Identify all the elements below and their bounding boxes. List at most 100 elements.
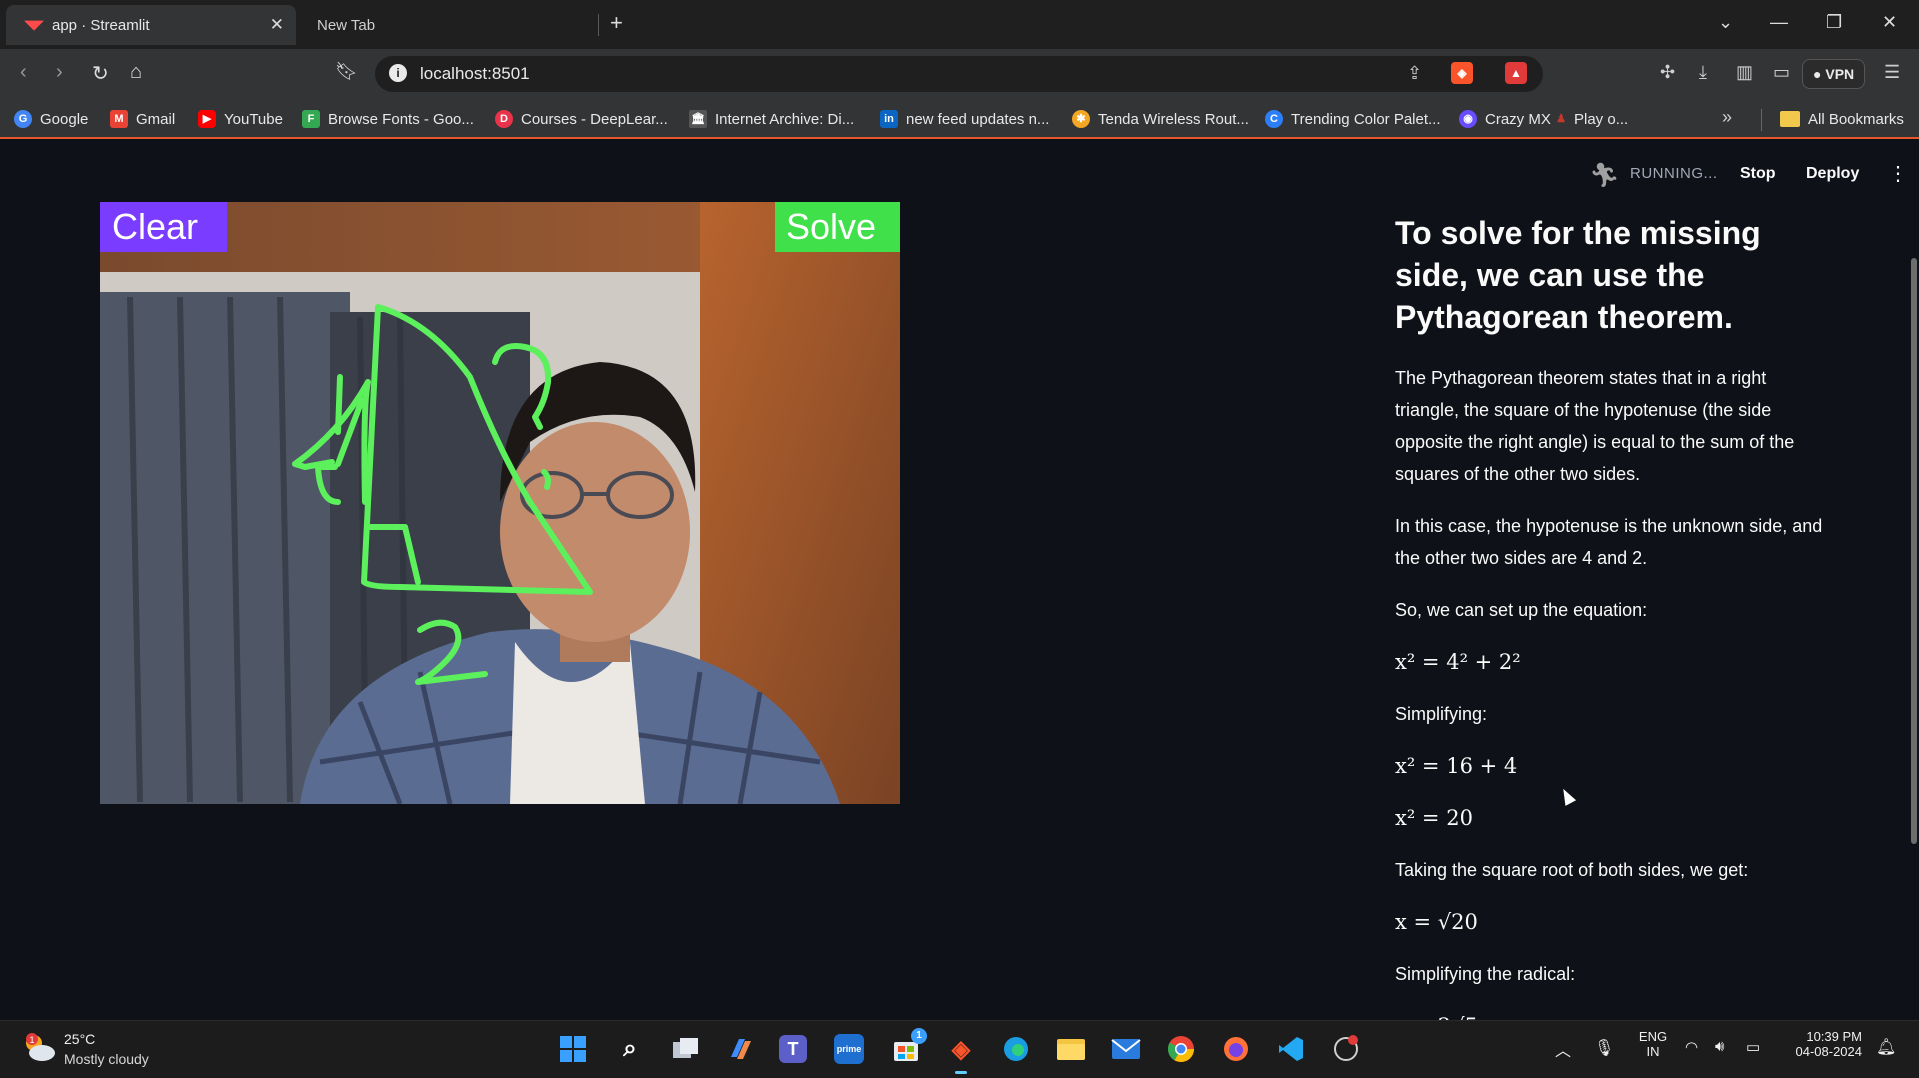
mail-icon[interactable] (1109, 1032, 1143, 1066)
tenda-icon: ✱ (1072, 110, 1090, 128)
archive-icon: 🏛︎ (689, 110, 707, 128)
bookmark-label: Courses - DeepLear... (521, 110, 668, 128)
brave-browser-icon[interactable]: ◈ (944, 1032, 978, 1074)
share-icon[interactable]: ⇪ (1407, 63, 1422, 84)
weather-temperature[interactable]: 25°C (64, 1031, 95, 1047)
language-code: ENG (1638, 1029, 1668, 1044)
running-status: RUNNING... (1630, 165, 1718, 182)
brave-shields-icon[interactable]: ◈ (1451, 62, 1473, 84)
webcam-scene (100, 202, 900, 804)
python-app-icon[interactable] (1329, 1032, 1363, 1066)
minimize-button[interactable]: — (1770, 12, 1788, 33)
site-info-icon[interactable]: i (389, 64, 407, 82)
show-hidden-icons-chevron[interactable]: ︿ (1555, 1037, 1571, 1061)
tab-search-chevron-icon[interactable]: ⌄ (1718, 12, 1733, 33)
back-icon[interactable]: ‹ (20, 61, 27, 84)
kebab-menu-icon[interactable]: ⋮ (1888, 161, 1908, 186)
answer-paragraph: Simplifying: (1395, 704, 1488, 724)
close-window-button[interactable]: ✕ (1882, 12, 1897, 33)
bookmark-play[interactable]: ♟ Play o... (1554, 108, 1628, 130)
microphone-icon[interactable]: 🎙︎ (1594, 1038, 1614, 1058)
copilot-icon[interactable] (724, 1032, 758, 1066)
tab-label: New Tab (317, 16, 376, 34)
bookmark-youtube[interactable]: ▶ YouTube (198, 108, 283, 130)
microsoft-store-icon[interactable]: 1 (889, 1028, 927, 1066)
language-indicator[interactable]: ENG IN (1636, 1029, 1670, 1059)
bookmark-google[interactable]: G Google (14, 108, 88, 130)
new-tab-button[interactable]: + (610, 10, 623, 36)
sidebar-icon[interactable]: ▥ (1736, 62, 1753, 83)
reload-icon[interactable]: ↻ (92, 61, 109, 86)
bookmark-label: Tenda Wireless Rout... (1098, 110, 1249, 128)
vpn-button[interactable]: ● VPN (1802, 59, 1866, 89)
linkedin-icon: in (880, 110, 898, 128)
brave-rewards-icon[interactable]: ▲ (1505, 62, 1527, 84)
more-bookmarks-icon[interactable]: » (1722, 107, 1732, 128)
forward-icon[interactable]: › (56, 61, 63, 84)
edge-icon[interactable] (999, 1032, 1033, 1066)
clock[interactable]: 10:39 PM 04-08-2024 (1782, 1029, 1863, 1059)
firefox-icon[interactable] (1219, 1032, 1253, 1066)
task-view-icon[interactable] (669, 1032, 703, 1066)
bookmark-internet-archive[interactable]: 🏛︎ Internet Archive: Di... (689, 108, 854, 130)
page-scrollbar[interactable] (1911, 258, 1917, 844)
address-bar[interactable]: i localhost:8501 ⇪ ◈ ▲ (375, 56, 1543, 92)
teams-icon[interactable]: T (779, 1035, 807, 1063)
gmail-icon: M (110, 110, 128, 128)
equation: x = √20 (1395, 910, 1478, 934)
running-man-icon: 🏃︎ (1589, 162, 1620, 189)
vscode-icon[interactable] (1274, 1032, 1308, 1066)
clock-date: 04-08-2024 (1795, 1044, 1863, 1059)
answer-paragraph: The Pythagorean theorem states that in a… (1395, 368, 1795, 484)
weather-cloud-icon[interactable]: 1 (22, 1033, 56, 1063)
home-icon[interactable]: ⌂ (130, 61, 142, 84)
stop-button[interactable]: Stop (1740, 165, 1776, 183)
solve-button[interactable]: Solve (775, 202, 900, 252)
equation: x² = 4² + 2² (1395, 650, 1521, 674)
streamlit-app: 🏃︎ RUNNING... Stop Deploy ⋮ Clear Solve … (0, 141, 1919, 1020)
equation: x = 2√5 (1395, 1010, 1835, 1020)
downloads-icon[interactable]: ⤓ (1699, 62, 1707, 83)
url-text[interactable]: localhost:8501 (420, 64, 530, 84)
bookmark-crazymx[interactable]: ◉ Crazy MX (1459, 108, 1551, 130)
notification-bell-icon[interactable]: 🔔︎ (1876, 1037, 1896, 1057)
chrome-icon[interactable] (1164, 1032, 1198, 1066)
wallet-icon[interactable]: ▭ (1773, 62, 1790, 83)
webcam-canvas[interactable]: Clear Solve (100, 202, 900, 804)
windows-start-icon[interactable] (556, 1032, 590, 1066)
menu-icon[interactable]: ☰ (1884, 62, 1900, 83)
google-fonts-icon: F (302, 110, 320, 128)
bookmark-icon[interactable]: 🔖︎ (335, 61, 358, 82)
bookmark-deeplearning[interactable]: D Courses - DeepLear... (495, 108, 668, 130)
bookmarks-bar: G Google M Gmail ▶ YouTube F Browse Fonts - … (0, 99, 1919, 139)
equation: x² = 20 (1395, 806, 1473, 830)
streamlit-icon: ◥◤ (24, 17, 44, 32)
bookmark-tenda[interactable]: ✱ Tenda Wireless Rout... (1072, 108, 1249, 130)
tab-new-tab[interactable]: New Tab (305, 5, 595, 45)
volume-icon[interactable]: 🔊︎ (1715, 1038, 1724, 1055)
clear-button[interactable]: Clear (100, 202, 227, 252)
restore-button[interactable]: ❐ (1826, 12, 1842, 33)
deploy-button[interactable]: Deploy (1806, 165, 1859, 183)
prime-video-icon[interactable]: prime (834, 1034, 864, 1064)
bookmark-label: Internet Archive: Di... (715, 110, 855, 128)
bookmark-label: YouTube (224, 110, 283, 128)
bookmark-label: Trending Color Palet... (1291, 110, 1441, 128)
extensions-icon[interactable]: ✣ (1660, 62, 1675, 83)
region-code: IN (1646, 1044, 1660, 1059)
bookmark-google-fonts[interactable]: F Browse Fonts - Goo... (302, 108, 474, 130)
close-icon[interactable]: ✕ (270, 15, 284, 35)
tab-streamlit-app[interactable]: ◥◤ app · Streamlit ✕ (6, 5, 296, 45)
answer-panel: To solve for the missing side, we can us… (1395, 212, 1835, 1020)
bookmark-coolors[interactable]: C Trending Color Palet... (1265, 108, 1441, 130)
folder-icon (1780, 111, 1800, 127)
battery-icon[interactable]: ▭ (1746, 1038, 1760, 1056)
bookmark-gmail[interactable]: M Gmail (110, 108, 175, 130)
all-bookmarks-folder[interactable]: All Bookmarks (1780, 108, 1904, 130)
wifi-icon[interactable]: ◠ (1685, 1038, 1698, 1056)
search-icon[interactable]: ⌕ (613, 1032, 647, 1066)
file-explorer-icon[interactable] (1054, 1032, 1088, 1066)
bookmark-linkedin[interactable]: in new feed updates n... (880, 108, 1049, 130)
crazymx-icon: ◉ (1459, 110, 1477, 128)
weather-description[interactable]: Mostly cloudy (64, 1051, 149, 1067)
